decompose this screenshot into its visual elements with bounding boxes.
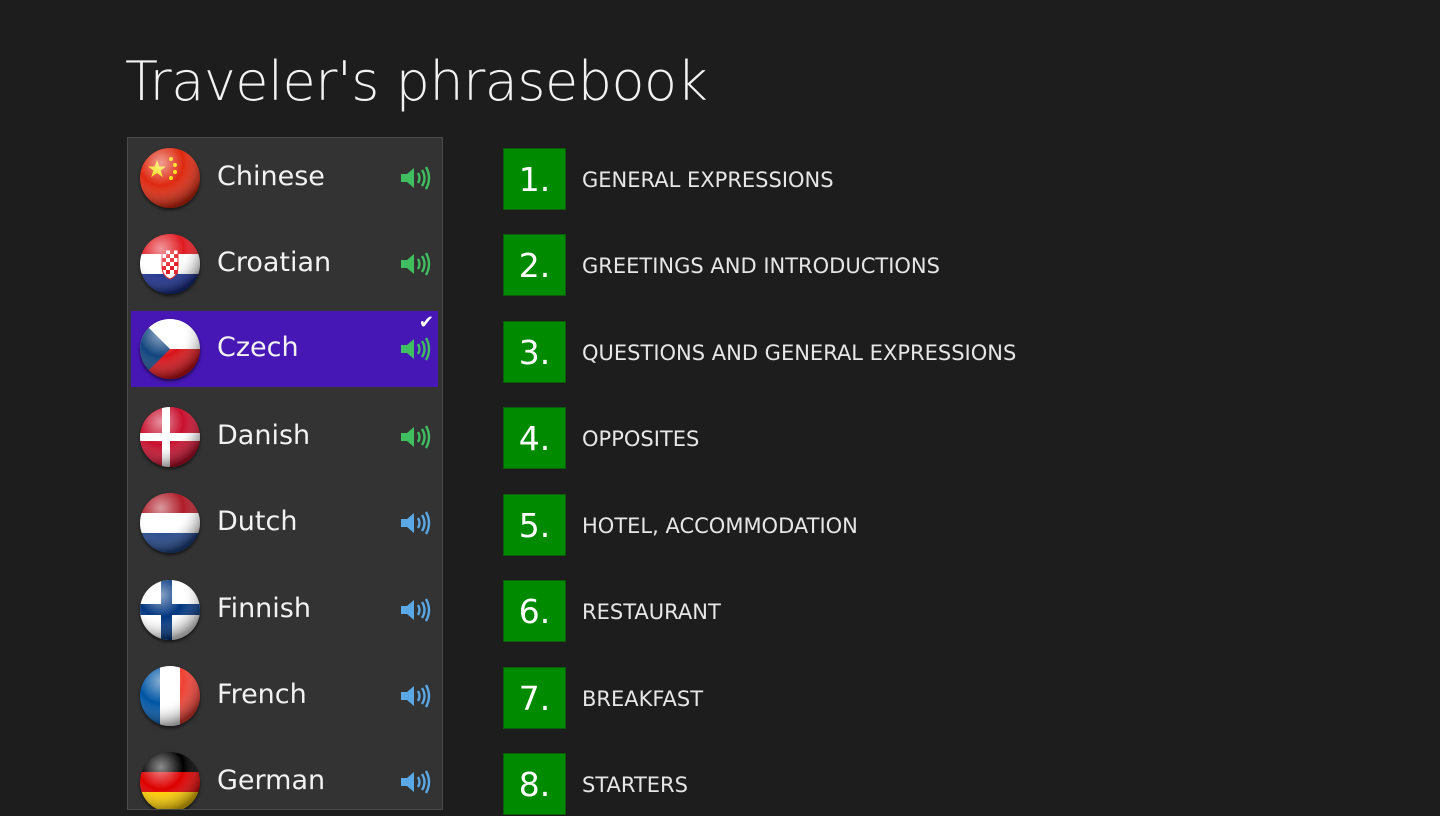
category-label[interactable]: GREETINGS AND INTRODUCTIONS bbox=[582, 254, 940, 278]
category-label[interactable]: HOTEL, ACCOMMODATION bbox=[582, 514, 858, 538]
speaker-icon[interactable] bbox=[399, 768, 431, 796]
denmark-flag-icon bbox=[140, 407, 200, 467]
selected-check-icon: ✔ bbox=[418, 312, 434, 333]
language-item-chinese[interactable]: Chinese bbox=[131, 140, 438, 216]
speaker-icon[interactable] bbox=[399, 335, 431, 363]
category-label[interactable]: STARTERS bbox=[582, 773, 688, 797]
category-item[interactable]: 3. QUESTIONS AND GENERAL EXPRESSIONS bbox=[503, 321, 1203, 383]
netherlands-flag-icon bbox=[140, 493, 200, 553]
category-item[interactable]: 6. RESTAURANT bbox=[503, 580, 1203, 642]
france-flag-icon bbox=[140, 666, 200, 726]
category-item[interactable]: 4. OPPOSITES bbox=[503, 407, 1203, 469]
category-label[interactable]: QUESTIONS AND GENERAL EXPRESSIONS bbox=[582, 341, 1016, 365]
category-number-tile[interactable]: 1. bbox=[503, 148, 566, 210]
category-label[interactable]: GENERAL EXPRESSIONS bbox=[582, 168, 834, 192]
language-item-dutch[interactable]: Dutch bbox=[131, 485, 438, 561]
category-label[interactable]: RESTAURANT bbox=[582, 600, 721, 624]
category-label[interactable]: OPPOSITES bbox=[582, 427, 699, 451]
language-item-danish[interactable]: Danish bbox=[131, 399, 438, 475]
language-item-finnish[interactable]: Finnish bbox=[131, 572, 438, 648]
category-item[interactable]: 1. GENERAL EXPRESSIONS bbox=[503, 148, 1203, 210]
language-item-czech[interactable]: Czech ✔ bbox=[131, 311, 438, 387]
category-number-tile[interactable]: 7. bbox=[503, 667, 566, 729]
category-number-tile[interactable]: 2. bbox=[503, 234, 566, 296]
language-item-croatian[interactable]: Croatian bbox=[131, 226, 438, 302]
language-label: Finnish bbox=[217, 593, 311, 624]
speaker-icon[interactable] bbox=[399, 250, 431, 278]
speaker-icon[interactable] bbox=[399, 164, 431, 192]
czech-flag-icon bbox=[140, 319, 200, 379]
page-title: Traveler's phrasebook bbox=[125, 50, 708, 113]
language-list[interactable]: Chinese Croatian Czech ✔ Danish Dutch Fi… bbox=[127, 137, 443, 810]
category-number-tile[interactable]: 5. bbox=[503, 494, 566, 556]
category-item[interactable]: 8. STARTERS bbox=[503, 753, 1203, 815]
germany-flag-icon bbox=[140, 752, 200, 809]
category-number-tile[interactable]: 3. bbox=[503, 321, 566, 383]
speaker-icon[interactable] bbox=[399, 509, 431, 537]
language-item-french[interactable]: French bbox=[131, 658, 438, 734]
category-number-tile[interactable]: 6. bbox=[503, 580, 566, 642]
language-label: Czech bbox=[217, 332, 299, 363]
language-label: Danish bbox=[217, 420, 311, 451]
speaker-icon[interactable] bbox=[399, 423, 431, 451]
croatia-flag-icon bbox=[140, 234, 200, 294]
language-label: Dutch bbox=[217, 506, 298, 537]
language-label: French bbox=[217, 679, 307, 710]
language-label: German bbox=[217, 765, 326, 796]
language-label: Croatian bbox=[217, 247, 332, 278]
category-item[interactable]: 5. HOTEL, ACCOMMODATION bbox=[503, 494, 1203, 556]
language-label: Chinese bbox=[217, 161, 325, 192]
category-label[interactable]: BREAKFAST bbox=[582, 687, 703, 711]
speaker-icon[interactable] bbox=[399, 682, 431, 710]
category-item[interactable]: 2. GREETINGS AND INTRODUCTIONS bbox=[503, 234, 1203, 296]
category-number-tile[interactable]: 8. bbox=[503, 753, 566, 815]
category-number-tile[interactable]: 4. bbox=[503, 407, 566, 469]
finland-flag-icon bbox=[140, 580, 200, 640]
speaker-icon[interactable] bbox=[399, 596, 431, 624]
language-item-german[interactable]: German bbox=[131, 744, 438, 809]
china-flag-icon bbox=[140, 148, 200, 208]
category-item[interactable]: 7. BREAKFAST bbox=[503, 667, 1203, 729]
